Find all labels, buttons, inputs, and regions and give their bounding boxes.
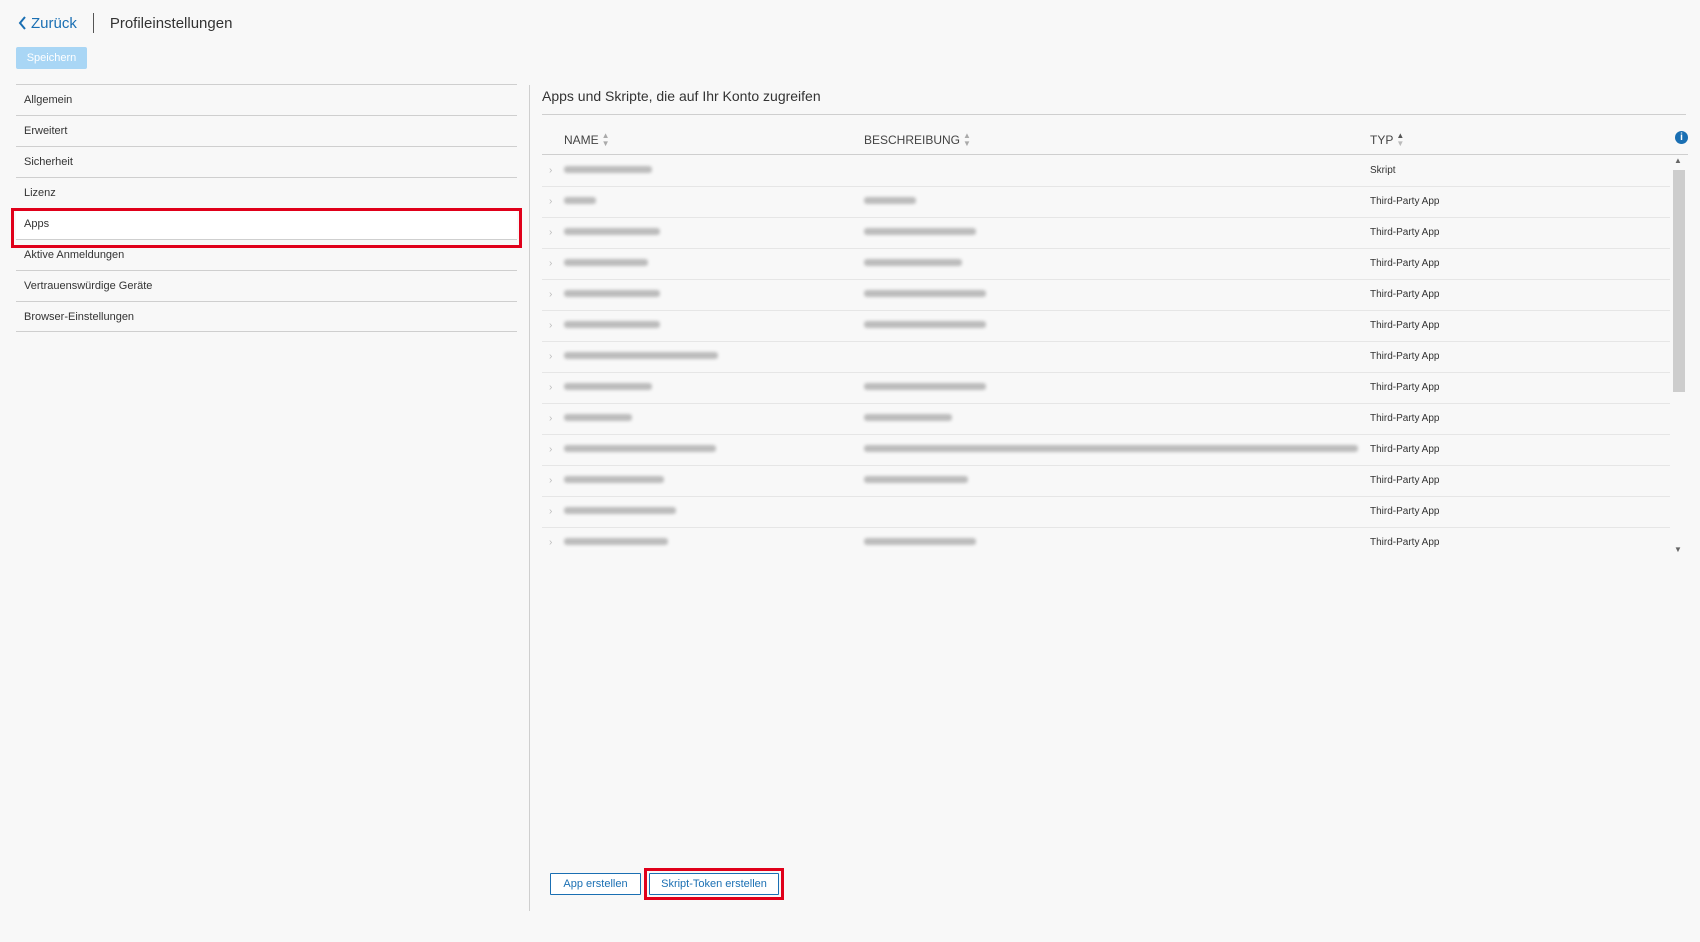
chevron-right-icon: › <box>549 320 553 331</box>
table-row[interactable]: › Third-Party App <box>542 373 1670 404</box>
redacted-description <box>864 228 976 235</box>
row-type: Third-Party App <box>1370 289 1440 300</box>
chevron-right-icon: › <box>549 258 553 269</box>
panel-divider <box>529 85 530 911</box>
redacted-description <box>864 290 986 297</box>
redacted-description <box>864 414 952 421</box>
row-type: Third-Party App <box>1370 227 1440 238</box>
sidebar-item-general[interactable]: Allgemein <box>16 84 517 115</box>
chevron-right-icon: › <box>549 289 553 300</box>
column-name-label: NAME <box>564 133 599 147</box>
redacted-description <box>864 538 976 545</box>
chevron-right-icon: › <box>549 196 553 207</box>
chevron-left-icon <box>18 16 26 30</box>
chevron-right-icon: › <box>549 413 553 424</box>
row-type: Third-Party App <box>1370 258 1440 269</box>
redacted-name <box>564 476 664 483</box>
row-type: Third-Party App <box>1370 475 1440 486</box>
row-type: Third-Party App <box>1370 382 1440 393</box>
sidebar-item-security[interactable]: Sicherheit <box>16 146 517 177</box>
redacted-name <box>564 414 632 421</box>
section-rule <box>542 114 1686 115</box>
chevron-right-icon: › <box>549 165 553 176</box>
redacted-description <box>864 445 1358 452</box>
scroll-down-icon[interactable]: ▼ <box>1674 545 1682 554</box>
redacted-name <box>564 321 660 328</box>
redacted-description <box>864 476 968 483</box>
redacted-name <box>564 538 668 545</box>
table-row[interactable]: › Third-Party App <box>542 528 1670 554</box>
table-header: NAME ▲ ▼ BESCHREIBUNG ▲ ▼ TYP ▲ ▼ i <box>542 124 1688 155</box>
table-row[interactable]: › Third-Party App <box>542 249 1670 280</box>
apps-table: › Skript › Third-Party App › Third-Party Ap… <box>542 156 1670 554</box>
sort-asc-icon: ▲ ▼ <box>1396 131 1405 148</box>
redacted-name <box>564 290 660 297</box>
row-type: Third-Party App <box>1370 320 1440 331</box>
redacted-description <box>864 321 986 328</box>
save-button[interactable]: Speichern <box>16 47 87 69</box>
column-type-label: TYP <box>1370 133 1394 147</box>
table-row[interactable]: › Third-Party App <box>542 311 1670 342</box>
redacted-name <box>564 228 660 235</box>
back-link[interactable]: Zurück <box>18 15 77 32</box>
chevron-right-icon: › <box>549 506 553 517</box>
row-type: Third-Party App <box>1370 506 1440 517</box>
table-row[interactable]: › Third-Party App <box>542 466 1670 497</box>
chevron-right-icon: › <box>549 227 553 238</box>
sidebar-item-active-logins[interactable]: Aktive Anmeldungen <box>16 239 517 270</box>
chevron-right-icon: › <box>549 351 553 362</box>
redacted-description <box>864 383 986 390</box>
table-row[interactable]: › Third-Party App <box>542 187 1670 218</box>
sort-icon: ▲ ▼ <box>601 131 610 148</box>
column-header-description[interactable]: BESCHREIBUNG ▲ ▼ <box>864 132 971 148</box>
redacted-name <box>564 383 652 390</box>
column-header-type[interactable]: TYP ▲ ▼ <box>1370 132 1404 148</box>
sidebar-item-trusted-devices[interactable]: Vertrauenswürdige Geräte <box>16 270 517 301</box>
redacted-name <box>564 259 648 266</box>
chevron-right-icon: › <box>549 475 553 486</box>
row-type: Third-Party App <box>1370 444 1440 455</box>
table-row[interactable]: › Third-Party App <box>542 497 1670 528</box>
scrollbar-thumb[interactable] <box>1673 170 1685 392</box>
page-title: Profileinstellungen <box>109 14 233 32</box>
sidebar-item-advanced[interactable]: Erweitert <box>16 115 517 146</box>
row-type: Third-Party App <box>1370 413 1440 424</box>
row-type: Third-Party App <box>1370 196 1440 207</box>
scroll-up-icon[interactable]: ▲ <box>1674 156 1682 165</box>
redacted-name <box>564 197 596 204</box>
redacted-name <box>564 507 676 514</box>
chevron-right-icon: › <box>549 382 553 393</box>
table-row[interactable]: › Third-Party App <box>542 342 1670 373</box>
table-row[interactable]: › Third-Party App <box>542 218 1670 249</box>
chevron-right-icon: › <box>549 444 553 455</box>
redacted-name <box>564 445 716 452</box>
table-scrollbar[interactable]: ▲ ▼ <box>1672 156 1686 554</box>
header-bar: Zurück Profileinstellungen <box>18 12 232 34</box>
row-type: Third-Party App <box>1370 537 1440 548</box>
table-row[interactable]: › Third-Party App <box>542 280 1670 311</box>
settings-sidebar: Allgemein Erweitert Sicherheit Lizenz Ap… <box>16 84 517 332</box>
back-label: Zurück <box>31 14 77 32</box>
sidebar-item-browser-settings[interactable]: Browser-Einstellungen <box>16 301 517 332</box>
create-script-token-button[interactable]: Skript-Token erstellen <box>649 873 779 895</box>
redacted-description <box>864 259 962 266</box>
column-header-name[interactable]: NAME ▲ ▼ <box>564 132 610 148</box>
sidebar-item-apps[interactable]: Apps <box>16 208 517 239</box>
table-row[interactable]: › Third-Party App <box>542 404 1670 435</box>
chevron-right-icon: › <box>549 537 553 548</box>
header-separator <box>92 13 94 33</box>
table-row[interactable]: › Skript <box>542 156 1670 187</box>
redacted-name <box>564 352 718 359</box>
table-row[interactable]: › Third-Party App <box>542 435 1670 466</box>
row-type: Skript <box>1370 165 1396 176</box>
column-description-label: BESCHREIBUNG <box>864 133 961 147</box>
sort-icon: ▲ ▼ <box>963 131 971 148</box>
redacted-description <box>864 197 916 204</box>
sidebar-item-license[interactable]: Lizenz <box>16 177 517 208</box>
create-app-button[interactable]: App erstellen <box>550 873 641 895</box>
info-icon[interactable]: i <box>1675 131 1688 144</box>
row-type: Third-Party App <box>1370 351 1440 362</box>
redacted-name <box>564 166 652 173</box>
section-title: Apps und Skripte, die auf Ihr Konto zugr… <box>542 88 821 104</box>
